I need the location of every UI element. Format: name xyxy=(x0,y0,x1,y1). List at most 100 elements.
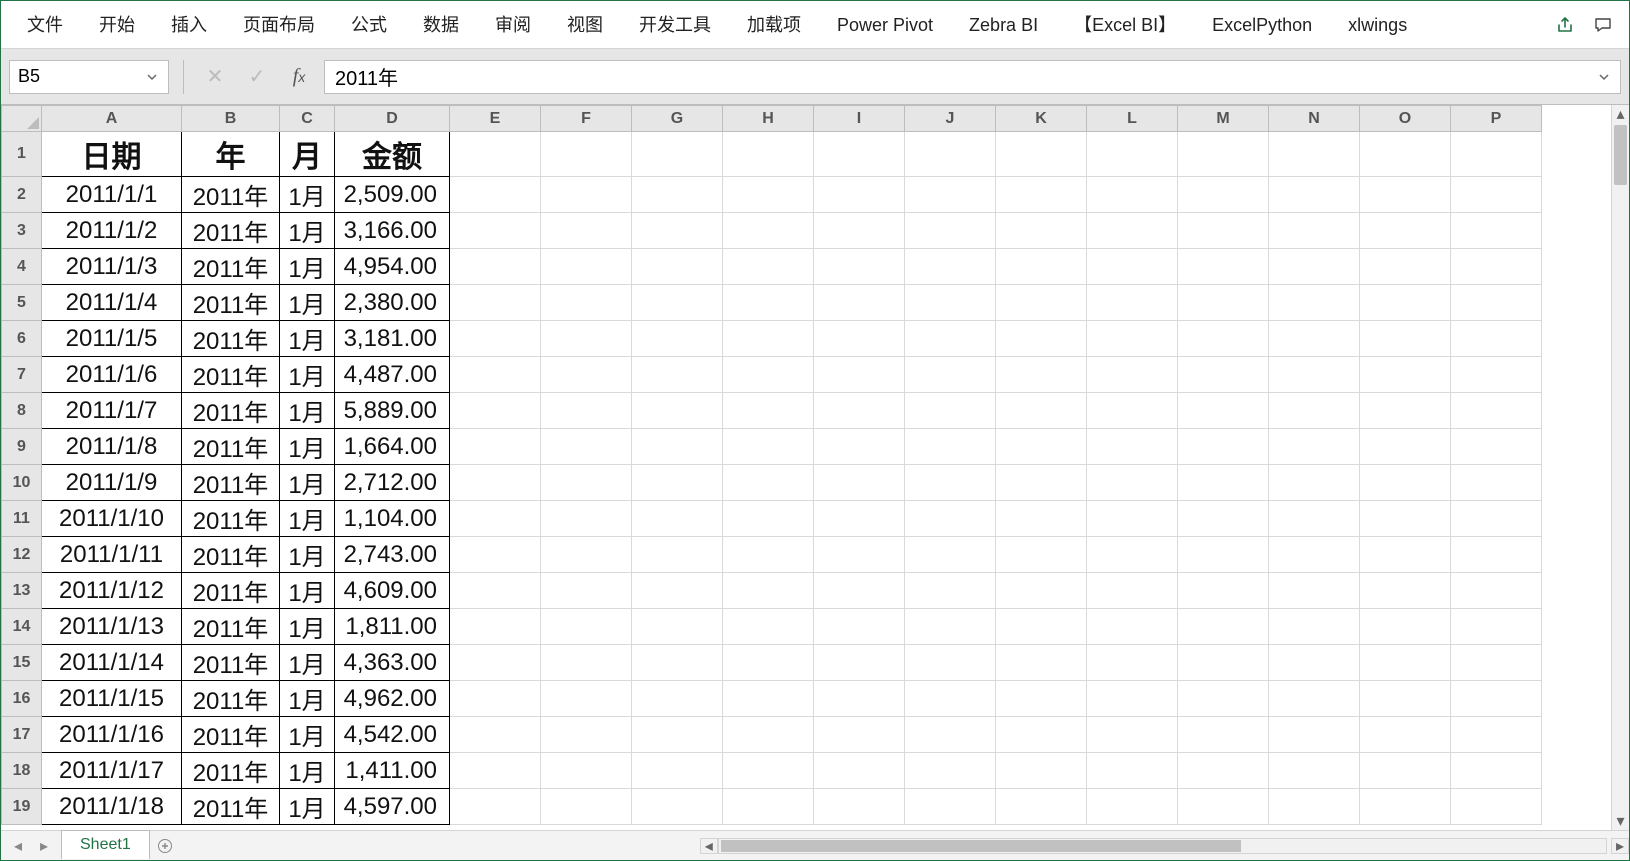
cell-K15[interactable] xyxy=(996,645,1087,681)
cell-P5[interactable] xyxy=(1451,285,1542,321)
sheet-add-button[interactable] xyxy=(150,831,180,860)
cell-A19[interactable]: 2011/1/18 xyxy=(42,789,182,825)
cell-K4[interactable] xyxy=(996,249,1087,285)
cell-K6[interactable] xyxy=(996,321,1087,357)
cell-L4[interactable] xyxy=(1087,249,1178,285)
cell-E4[interactable] xyxy=(450,249,541,285)
cell-N2[interactable] xyxy=(1269,177,1360,213)
cell-O16[interactable] xyxy=(1360,681,1451,717)
cell-J8[interactable] xyxy=(905,393,996,429)
cell-G18[interactable] xyxy=(632,753,723,789)
cell-B17[interactable]: 2011年 xyxy=(182,717,280,753)
cell-K14[interactable] xyxy=(996,609,1087,645)
cell-C5[interactable]: 1月 xyxy=(280,285,335,321)
cell-C10[interactable]: 1月 xyxy=(280,465,335,501)
cell-O17[interactable] xyxy=(1360,717,1451,753)
cell-H1[interactable] xyxy=(723,132,814,177)
cell-K10[interactable] xyxy=(996,465,1087,501)
cell-O19[interactable] xyxy=(1360,789,1451,825)
cell-E8[interactable] xyxy=(450,393,541,429)
cell-D2[interactable]: 2,509.00 xyxy=(335,177,450,213)
cell-C19[interactable]: 1月 xyxy=(280,789,335,825)
cell-P12[interactable] xyxy=(1451,537,1542,573)
cell-H5[interactable] xyxy=(723,285,814,321)
cell-L3[interactable] xyxy=(1087,213,1178,249)
cell-A4[interactable]: 2011/1/3 xyxy=(42,249,182,285)
cell-O14[interactable] xyxy=(1360,609,1451,645)
cell-I2[interactable] xyxy=(814,177,905,213)
cell-O5[interactable] xyxy=(1360,285,1451,321)
cell-A8[interactable]: 2011/1/7 xyxy=(42,393,182,429)
cell-J19[interactable] xyxy=(905,789,996,825)
cell-P6[interactable] xyxy=(1451,321,1542,357)
row-header-17[interactable]: 17 xyxy=(2,717,42,753)
cell-A16[interactable]: 2011/1/15 xyxy=(42,681,182,717)
cell-J18[interactable] xyxy=(905,753,996,789)
cell-E10[interactable] xyxy=(450,465,541,501)
cell-I3[interactable] xyxy=(814,213,905,249)
formula-input[interactable]: 2011年 xyxy=(324,60,1621,94)
cell-B7[interactable]: 2011年 xyxy=(182,357,280,393)
cell-N15[interactable] xyxy=(1269,645,1360,681)
cell-B13[interactable]: 2011年 xyxy=(182,573,280,609)
cell-H10[interactable] xyxy=(723,465,814,501)
cell-N5[interactable] xyxy=(1269,285,1360,321)
cell-D9[interactable]: 1,664.00 xyxy=(335,429,450,465)
cell-N8[interactable] xyxy=(1269,393,1360,429)
cell-I8[interactable] xyxy=(814,393,905,429)
cell-P18[interactable] xyxy=(1451,753,1542,789)
cell-C16[interactable]: 1月 xyxy=(280,681,335,717)
cell-B10[interactable]: 2011年 xyxy=(182,465,280,501)
cell-N6[interactable] xyxy=(1269,321,1360,357)
ribbon-tab-0[interactable]: 文件 xyxy=(9,1,81,49)
cell-J12[interactable] xyxy=(905,537,996,573)
cell-C15[interactable]: 1月 xyxy=(280,645,335,681)
cell-O1[interactable] xyxy=(1360,132,1451,177)
row-header-9[interactable]: 9 xyxy=(2,429,42,465)
cell-O18[interactable] xyxy=(1360,753,1451,789)
cell-C1[interactable]: 月 xyxy=(280,132,335,177)
cell-L11[interactable] xyxy=(1087,501,1178,537)
row-header-3[interactable]: 3 xyxy=(2,213,42,249)
cell-J16[interactable] xyxy=(905,681,996,717)
cell-C3[interactable]: 1月 xyxy=(280,213,335,249)
cell-B18[interactable]: 2011年 xyxy=(182,753,280,789)
cell-B3[interactable]: 2011年 xyxy=(182,213,280,249)
cell-K8[interactable] xyxy=(996,393,1087,429)
column-header-O[interactable]: O xyxy=(1360,106,1451,132)
row-header-5[interactable]: 5 xyxy=(2,285,42,321)
cell-N10[interactable] xyxy=(1269,465,1360,501)
cell-C13[interactable]: 1月 xyxy=(280,573,335,609)
cell-D6[interactable]: 3,181.00 xyxy=(335,321,450,357)
cell-L10[interactable] xyxy=(1087,465,1178,501)
cell-M18[interactable] xyxy=(1178,753,1269,789)
cell-H9[interactable] xyxy=(723,429,814,465)
cell-J7[interactable] xyxy=(905,357,996,393)
cell-M7[interactable] xyxy=(1178,357,1269,393)
cell-J15[interactable] xyxy=(905,645,996,681)
cell-A1[interactable]: 日期 xyxy=(42,132,182,177)
cell-F4[interactable] xyxy=(541,249,632,285)
cell-C2[interactable]: 1月 xyxy=(280,177,335,213)
row-header-19[interactable]: 19 xyxy=(2,789,42,825)
ribbon-tab-11[interactable]: Zebra BI xyxy=(951,1,1056,49)
cell-B11[interactable]: 2011年 xyxy=(182,501,280,537)
cell-K12[interactable] xyxy=(996,537,1087,573)
cell-N12[interactable] xyxy=(1269,537,1360,573)
row-header-4[interactable]: 4 xyxy=(2,249,42,285)
cell-P7[interactable] xyxy=(1451,357,1542,393)
cell-K1[interactable] xyxy=(996,132,1087,177)
cell-P15[interactable] xyxy=(1451,645,1542,681)
cell-H13[interactable] xyxy=(723,573,814,609)
cell-M16[interactable] xyxy=(1178,681,1269,717)
cell-B4[interactable]: 2011年 xyxy=(182,249,280,285)
cell-L14[interactable] xyxy=(1087,609,1178,645)
cell-J2[interactable] xyxy=(905,177,996,213)
row-header-16[interactable]: 16 xyxy=(2,681,42,717)
scroll-down-icon[interactable]: ▾ xyxy=(1612,812,1629,830)
cell-P13[interactable] xyxy=(1451,573,1542,609)
cell-B19[interactable]: 2011年 xyxy=(182,789,280,825)
cell-H17[interactable] xyxy=(723,717,814,753)
cell-A12[interactable]: 2011/1/11 xyxy=(42,537,182,573)
cell-A9[interactable]: 2011/1/8 xyxy=(42,429,182,465)
